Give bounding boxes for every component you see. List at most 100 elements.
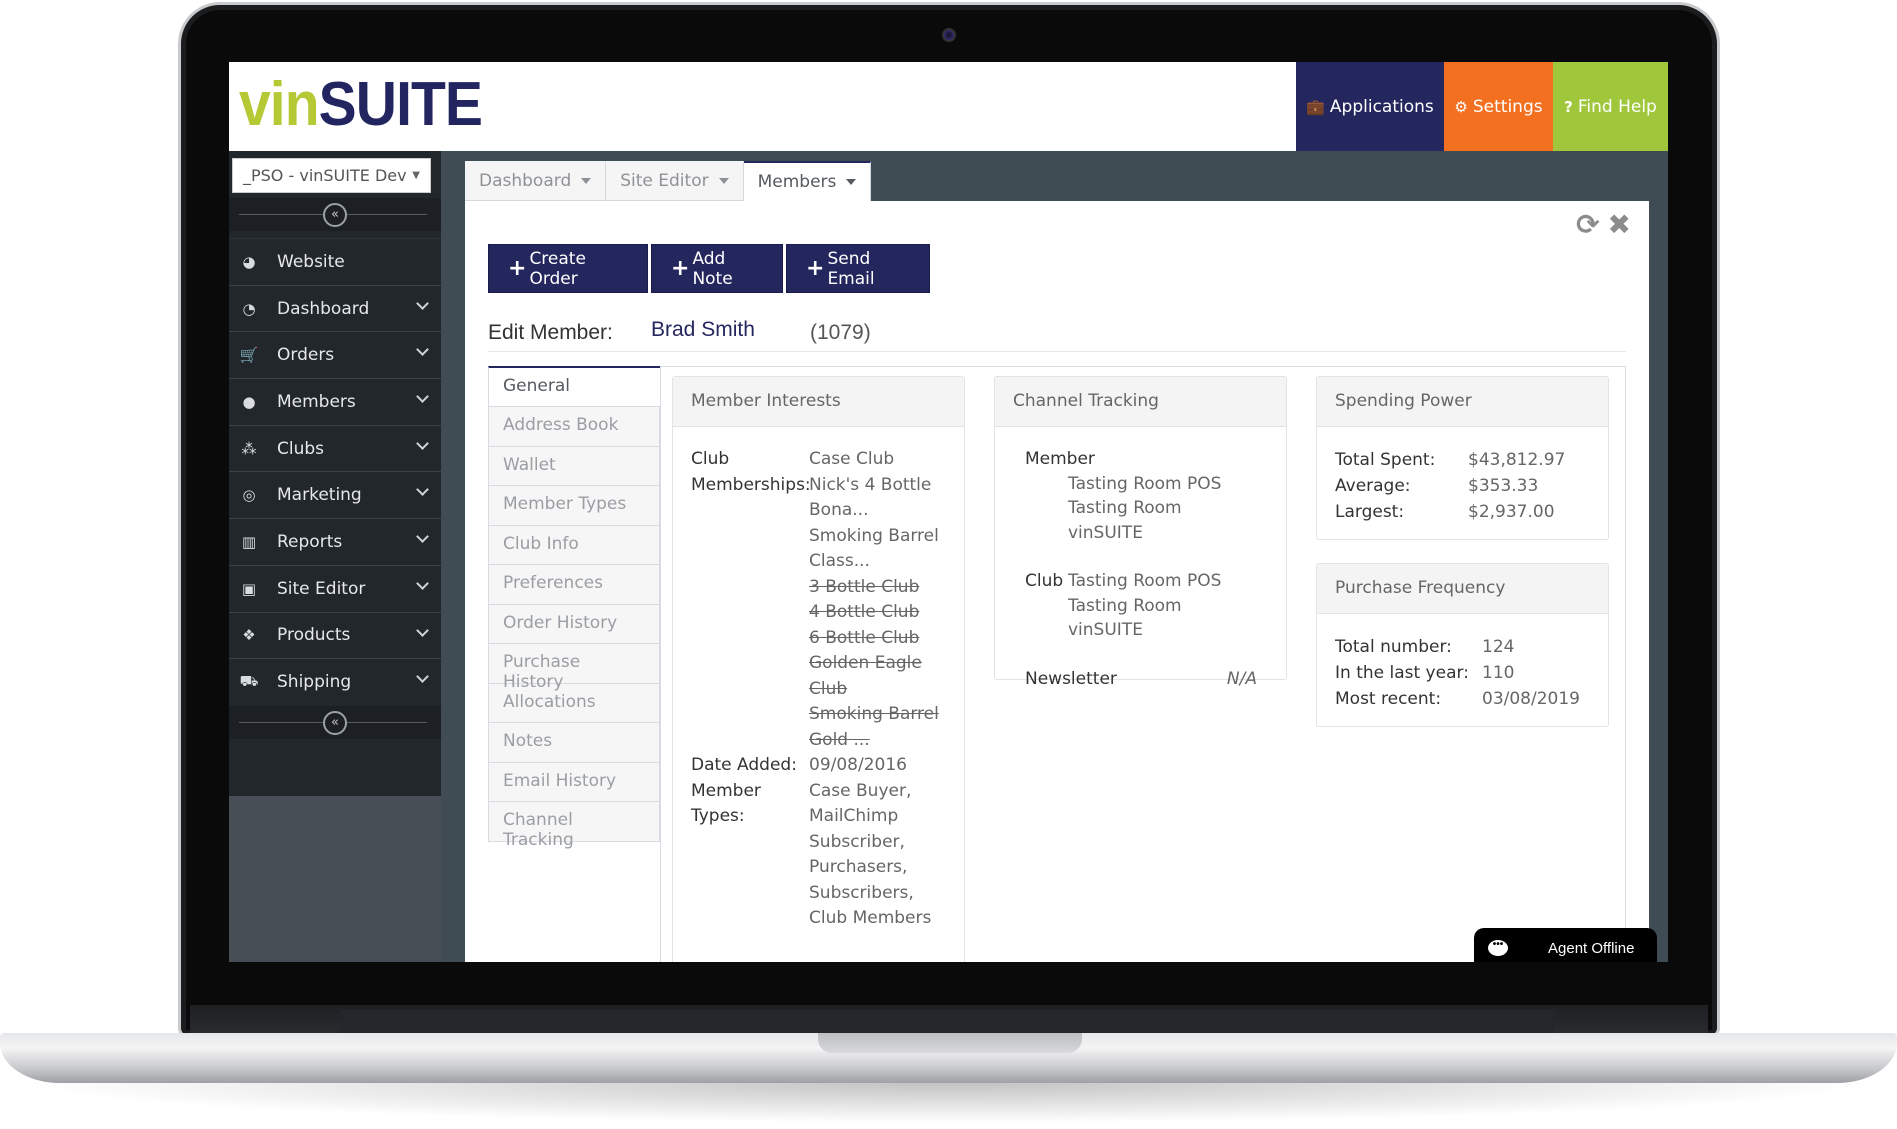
tab-dashboard[interactable]: Dashboard — [465, 161, 607, 201]
sidebar-item-clubs[interactable]: ⁂ Clubs — [229, 424, 441, 472]
collapse-row-bottom: « — [229, 706, 441, 739]
club-memberships: Club Memberships: Case Club Nick's 4 Bot… — [691, 447, 946, 932]
find-help-button[interactable]: ? Find Help — [1553, 62, 1668, 151]
vtab-purchase-history[interactable]: Purchase History — [488, 644, 660, 692]
chevron-down-icon — [416, 576, 429, 590]
collapse-row-top: « — [229, 198, 441, 231]
image-icon: ▣ — [241, 579, 257, 598]
vtab-member-types[interactable]: Member Types — [488, 486, 660, 526]
club-active[interactable]: Case Club — [809, 447, 946, 473]
add-note-button[interactable]: + Add Note — [651, 244, 783, 293]
vtab-preferences[interactable]: Preferences — [488, 565, 660, 605]
action-buttons: + Create Order + Add Note + Send Email — [488, 244, 930, 293]
largest-value: $2,937.00 — [1468, 502, 1555, 522]
collapse-sidebar-button[interactable]: « — [323, 202, 347, 227]
chevron-down-icon — [416, 483, 429, 497]
chat-bubble-icon: ••• — [1488, 940, 1508, 956]
sidebar-item-site-editor[interactable]: ▣ Site Editor — [229, 564, 441, 612]
sidebar-item-members[interactable]: ● Members — [229, 378, 441, 425]
edit-member-heading: Edit Member: Brad Smith (1079) — [488, 315, 1626, 352]
refresh-icon[interactable]: ⟳ — [1576, 211, 1599, 239]
create-order-button[interactable]: + Create Order — [488, 244, 648, 293]
plus-icon: + — [806, 255, 825, 281]
caret-down-icon — [581, 177, 592, 184]
tab-site-editor[interactable]: Site Editor — [606, 161, 744, 201]
club-inactive[interactable]: 6 Bottle Club — [809, 626, 946, 652]
plus-icon: + — [508, 255, 527, 281]
vtab-wallet[interactable]: Wallet — [488, 446, 660, 486]
settings-button[interactable]: ⚙ Settings — [1444, 62, 1553, 151]
question-icon: ? — [1564, 97, 1573, 116]
top-header: vinSUITE 💼 Applications ⚙ Settings ? Fin… — [229, 62, 1668, 151]
channel-tracking-card: Channel Tracking Member Tasting Room POS… — [994, 376, 1287, 689]
sidebar: _PSO - vinSUITE Dev ▼ « ◕ Website ◔ Dash… — [229, 151, 441, 962]
module-tabs: Dashboard Site Editor Members — [465, 161, 872, 201]
tab-members[interactable]: Members — [743, 161, 872, 201]
sidebar-item-website[interactable]: ◕ Website — [229, 238, 441, 285]
purchase-frequency-card: Purchase Frequency Total number: 124 In … — [1316, 563, 1609, 727]
club-active[interactable]: Smoking Barrel Class... — [809, 524, 946, 575]
chevron-down-icon — [416, 343, 429, 357]
caret-down-icon — [846, 179, 857, 185]
target-icon: ◎ — [242, 486, 256, 505]
sidebar-item-marketing[interactable]: ◎ Marketing — [229, 471, 441, 518]
member-section-tabs: General Address Book Wallet Member Types… — [488, 366, 660, 850]
vtab-channel-tracking[interactable]: Channel Tracking — [488, 802, 660, 850]
truck-icon: ⛟ — [239, 672, 259, 691]
site-select[interactable]: _PSO - vinSUITE Dev ▼ — [232, 158, 431, 193]
date-added-value: 09/08/2016 — [809, 755, 907, 775]
newsletter-label: Newsletter — [1025, 668, 1117, 689]
send-email-button[interactable]: + Send Email — [786, 244, 930, 293]
laptop-notch — [818, 1033, 1082, 1053]
spending-power-card: Spending Power Total Spent: $43,812.97 A… — [1316, 376, 1609, 540]
club-channel-label: Club — [1025, 571, 1064, 591]
app-screen: vinSUITE 💼 Applications ⚙ Settings ? Fin… — [229, 62, 1668, 962]
user-icon: ● — [242, 392, 256, 411]
most-recent-value: 03/08/2019 — [1482, 689, 1580, 709]
vtab-order-history[interactable]: Order History — [488, 604, 660, 644]
webcam — [942, 28, 956, 42]
member-name: Brad Smith — [651, 318, 755, 341]
sidebar-item-products[interactable]: ❖ Products — [229, 611, 441, 659]
club-inactive[interactable]: Smoking Barrel Gold ... — [809, 702, 946, 753]
sidebar-item-reports[interactable]: ▥ Reports — [229, 518, 441, 565]
close-icon[interactable]: ✖ — [1608, 211, 1631, 239]
member-types-value: Case Buyer, MailChimp Subscriber, Purcha… — [809, 780, 932, 929]
vtab-email-history[interactable]: Email History — [488, 762, 660, 802]
laptop-hinge-inner — [340, 1010, 1555, 1035]
users-icon: ⁂ — [241, 439, 257, 458]
vtab-address-book[interactable]: Address Book — [488, 407, 660, 447]
vtab-general[interactable]: General — [488, 366, 660, 407]
club-inactive[interactable]: 4 Bottle Club — [809, 600, 946, 626]
member-channel-label: Member — [1025, 449, 1095, 469]
card-title: Purchase Frequency — [1317, 564, 1608, 614]
club-inactive[interactable]: Golden Eagle Club — [809, 651, 946, 702]
card-title: Member Interests — [673, 377, 964, 427]
vtab-notes[interactable]: Notes — [488, 723, 660, 763]
club-active[interactable]: Nick's 4 Bottle Bona... — [809, 473, 946, 524]
chevron-down-icon — [416, 436, 429, 450]
cart-icon: 🛒 — [239, 346, 259, 365]
edit-member-label: Edit Member: — [488, 321, 613, 344]
applications-button[interactable]: 💼 Applications — [1296, 62, 1444, 151]
cubes-icon: ❖ — [242, 626, 256, 645]
card-title: Spending Power — [1317, 377, 1608, 427]
sidebar-item-orders[interactable]: 🛒 Orders — [229, 331, 441, 378]
panel-tools: ⟳ ✖ — [1576, 211, 1631, 239]
collapse-sidebar-button-bottom[interactable]: « — [323, 710, 347, 735]
gear-icon: ⚙ — [1454, 97, 1468, 116]
members-panel: ⟳ ✖ + Create Order + Add Note + Send Ema… — [465, 201, 1649, 962]
chevron-down-icon — [416, 670, 429, 684]
chevron-down-icon — [416, 296, 429, 310]
chevron-down-icon — [416, 390, 429, 403]
vinsuite-logo[interactable]: vinSUITE — [239, 70, 483, 140]
plus-icon: + — [671, 255, 690, 281]
sidebar-item-shipping[interactable]: ⛟ Shipping — [229, 658, 441, 705]
vtab-club-info[interactable]: Club Info — [488, 525, 660, 565]
caret-down-icon — [718, 177, 729, 184]
club-inactive[interactable]: 3 Bottle Club — [809, 575, 946, 601]
sidebar-item-dashboard[interactable]: ◔ Dashboard — [229, 284, 441, 332]
member-id: (1079) — [810, 321, 871, 344]
total-number-value: 124 — [1482, 637, 1515, 657]
chat-widget[interactable]: ••• Agent Offline — [1474, 928, 1657, 962]
